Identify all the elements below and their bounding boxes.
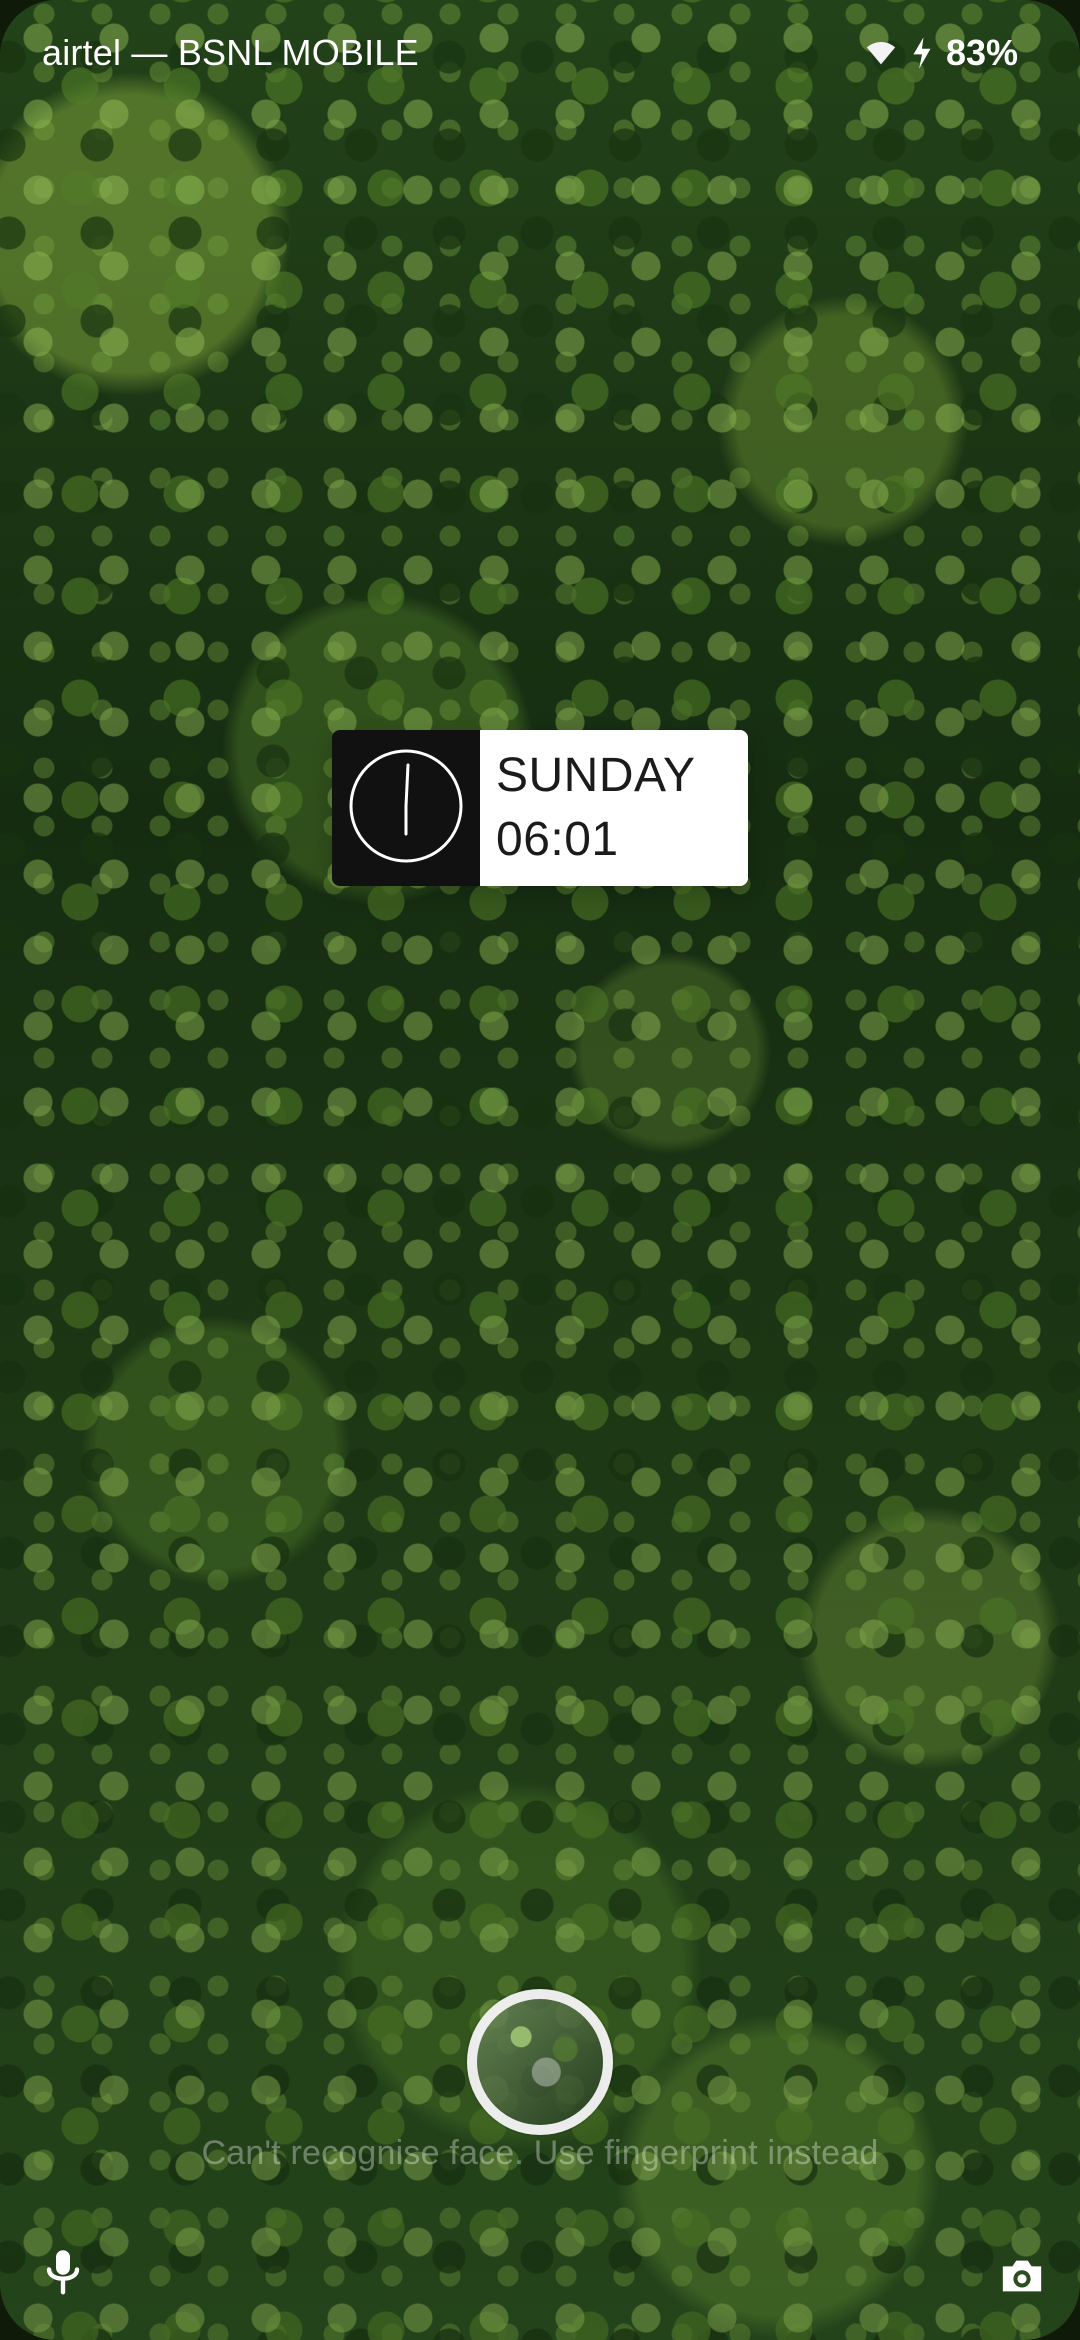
wifi-icon [864,36,898,70]
analog-clock-panel [332,730,480,886]
status-bar: airtel — BSNL MOBILE 83% [0,0,1080,110]
time-label: 06:01 [496,813,619,866]
voice-assistant-button[interactable] [28,2240,98,2310]
status-indicators: 83% [864,30,1018,76]
battery-percentage: 83% [945,32,1018,73]
charging-icon [910,36,934,70]
date-time-panel: SUNDAY 06:01 [480,730,748,886]
analog-clock-icon [347,747,465,870]
face-unlock-message: Can't recognise face. Use fingerprint in… [201,2134,879,2172]
camera-shortcut-button[interactable] [984,2240,1060,2316]
carrier-label: airtel — BSNL MOBILE [42,32,419,73]
fingerprint-unlock-button[interactable] [467,1989,613,2135]
lock-screen: airtel — BSNL MOBILE 83% SUNDAY 06:01 Ca… [0,0,1080,2340]
clock-widget[interactable]: SUNDAY 06:01 [332,730,748,886]
mic-icon [42,2246,84,2305]
day-label: SUNDAY [496,749,696,802]
camera-icon [995,2253,1049,2304]
